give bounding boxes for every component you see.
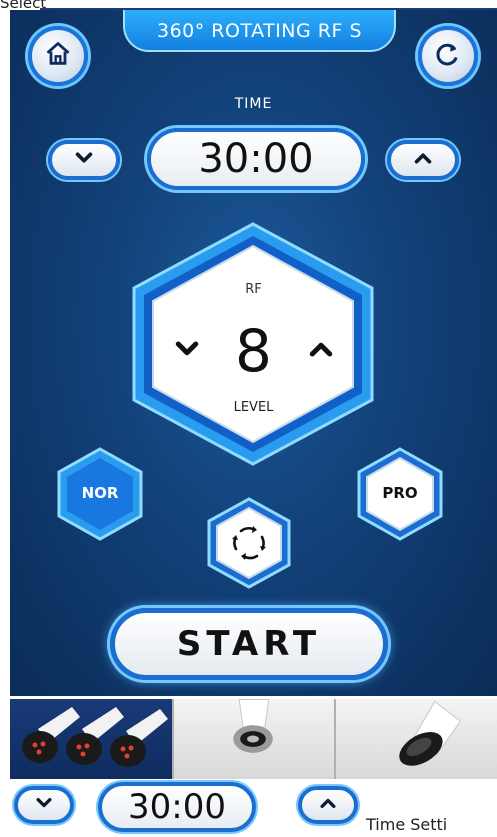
bottom-time-decrease-button[interactable] (14, 786, 74, 824)
nor-label: NOR (81, 484, 119, 502)
level-increase-button[interactable] (304, 334, 338, 368)
normal-mode-button[interactable]: NOR (56, 446, 144, 542)
home-button[interactable] (28, 26, 88, 86)
time-decrease-button[interactable] (48, 140, 120, 180)
chevron-up-icon (412, 147, 434, 173)
bottom-time-increase-button[interactable] (298, 786, 358, 824)
start-button[interactable]: START (110, 608, 388, 680)
rotation-button[interactable] (206, 496, 292, 590)
rf-label: RF (245, 282, 262, 297)
time-label: TIME (234, 96, 273, 112)
probe-tab-triple-ball[interactable] (10, 699, 172, 779)
time-increase-button[interactable] (387, 140, 459, 180)
pro-mode-button[interactable]: PRO (356, 446, 444, 542)
probe-selector (10, 699, 497, 779)
triple-ball-probe-icon (22, 707, 168, 767)
rotation-arrows-icon (231, 525, 267, 561)
chevron-up-icon (318, 793, 338, 817)
level-label: LEVEL (233, 400, 274, 415)
probe-tab-cone[interactable] (334, 699, 497, 779)
pro-label: PRO (382, 484, 418, 502)
refresh-icon (434, 40, 462, 72)
chevron-down-icon (73, 147, 95, 173)
device-screen: 360° ROTATING RF S TIME 30:00 RF 8 LEVEL… (10, 10, 497, 696)
rf-level-value: 8 (235, 317, 272, 385)
chevron-up-icon (306, 334, 336, 368)
bottom-time-display: 30:00 (98, 782, 256, 832)
cone-probe-icon (399, 700, 462, 766)
home-icon (44, 40, 72, 72)
ring-probe-icon (233, 699, 273, 753)
chevron-down-icon (34, 793, 54, 817)
header-title: 360° ROTATING RF S (123, 10, 396, 52)
probe-tab-ring[interactable] (172, 699, 334, 779)
time-setting-caption: Time Setti (366, 815, 448, 834)
time-display: 30:00 (147, 128, 365, 190)
refresh-button[interactable] (418, 26, 478, 86)
